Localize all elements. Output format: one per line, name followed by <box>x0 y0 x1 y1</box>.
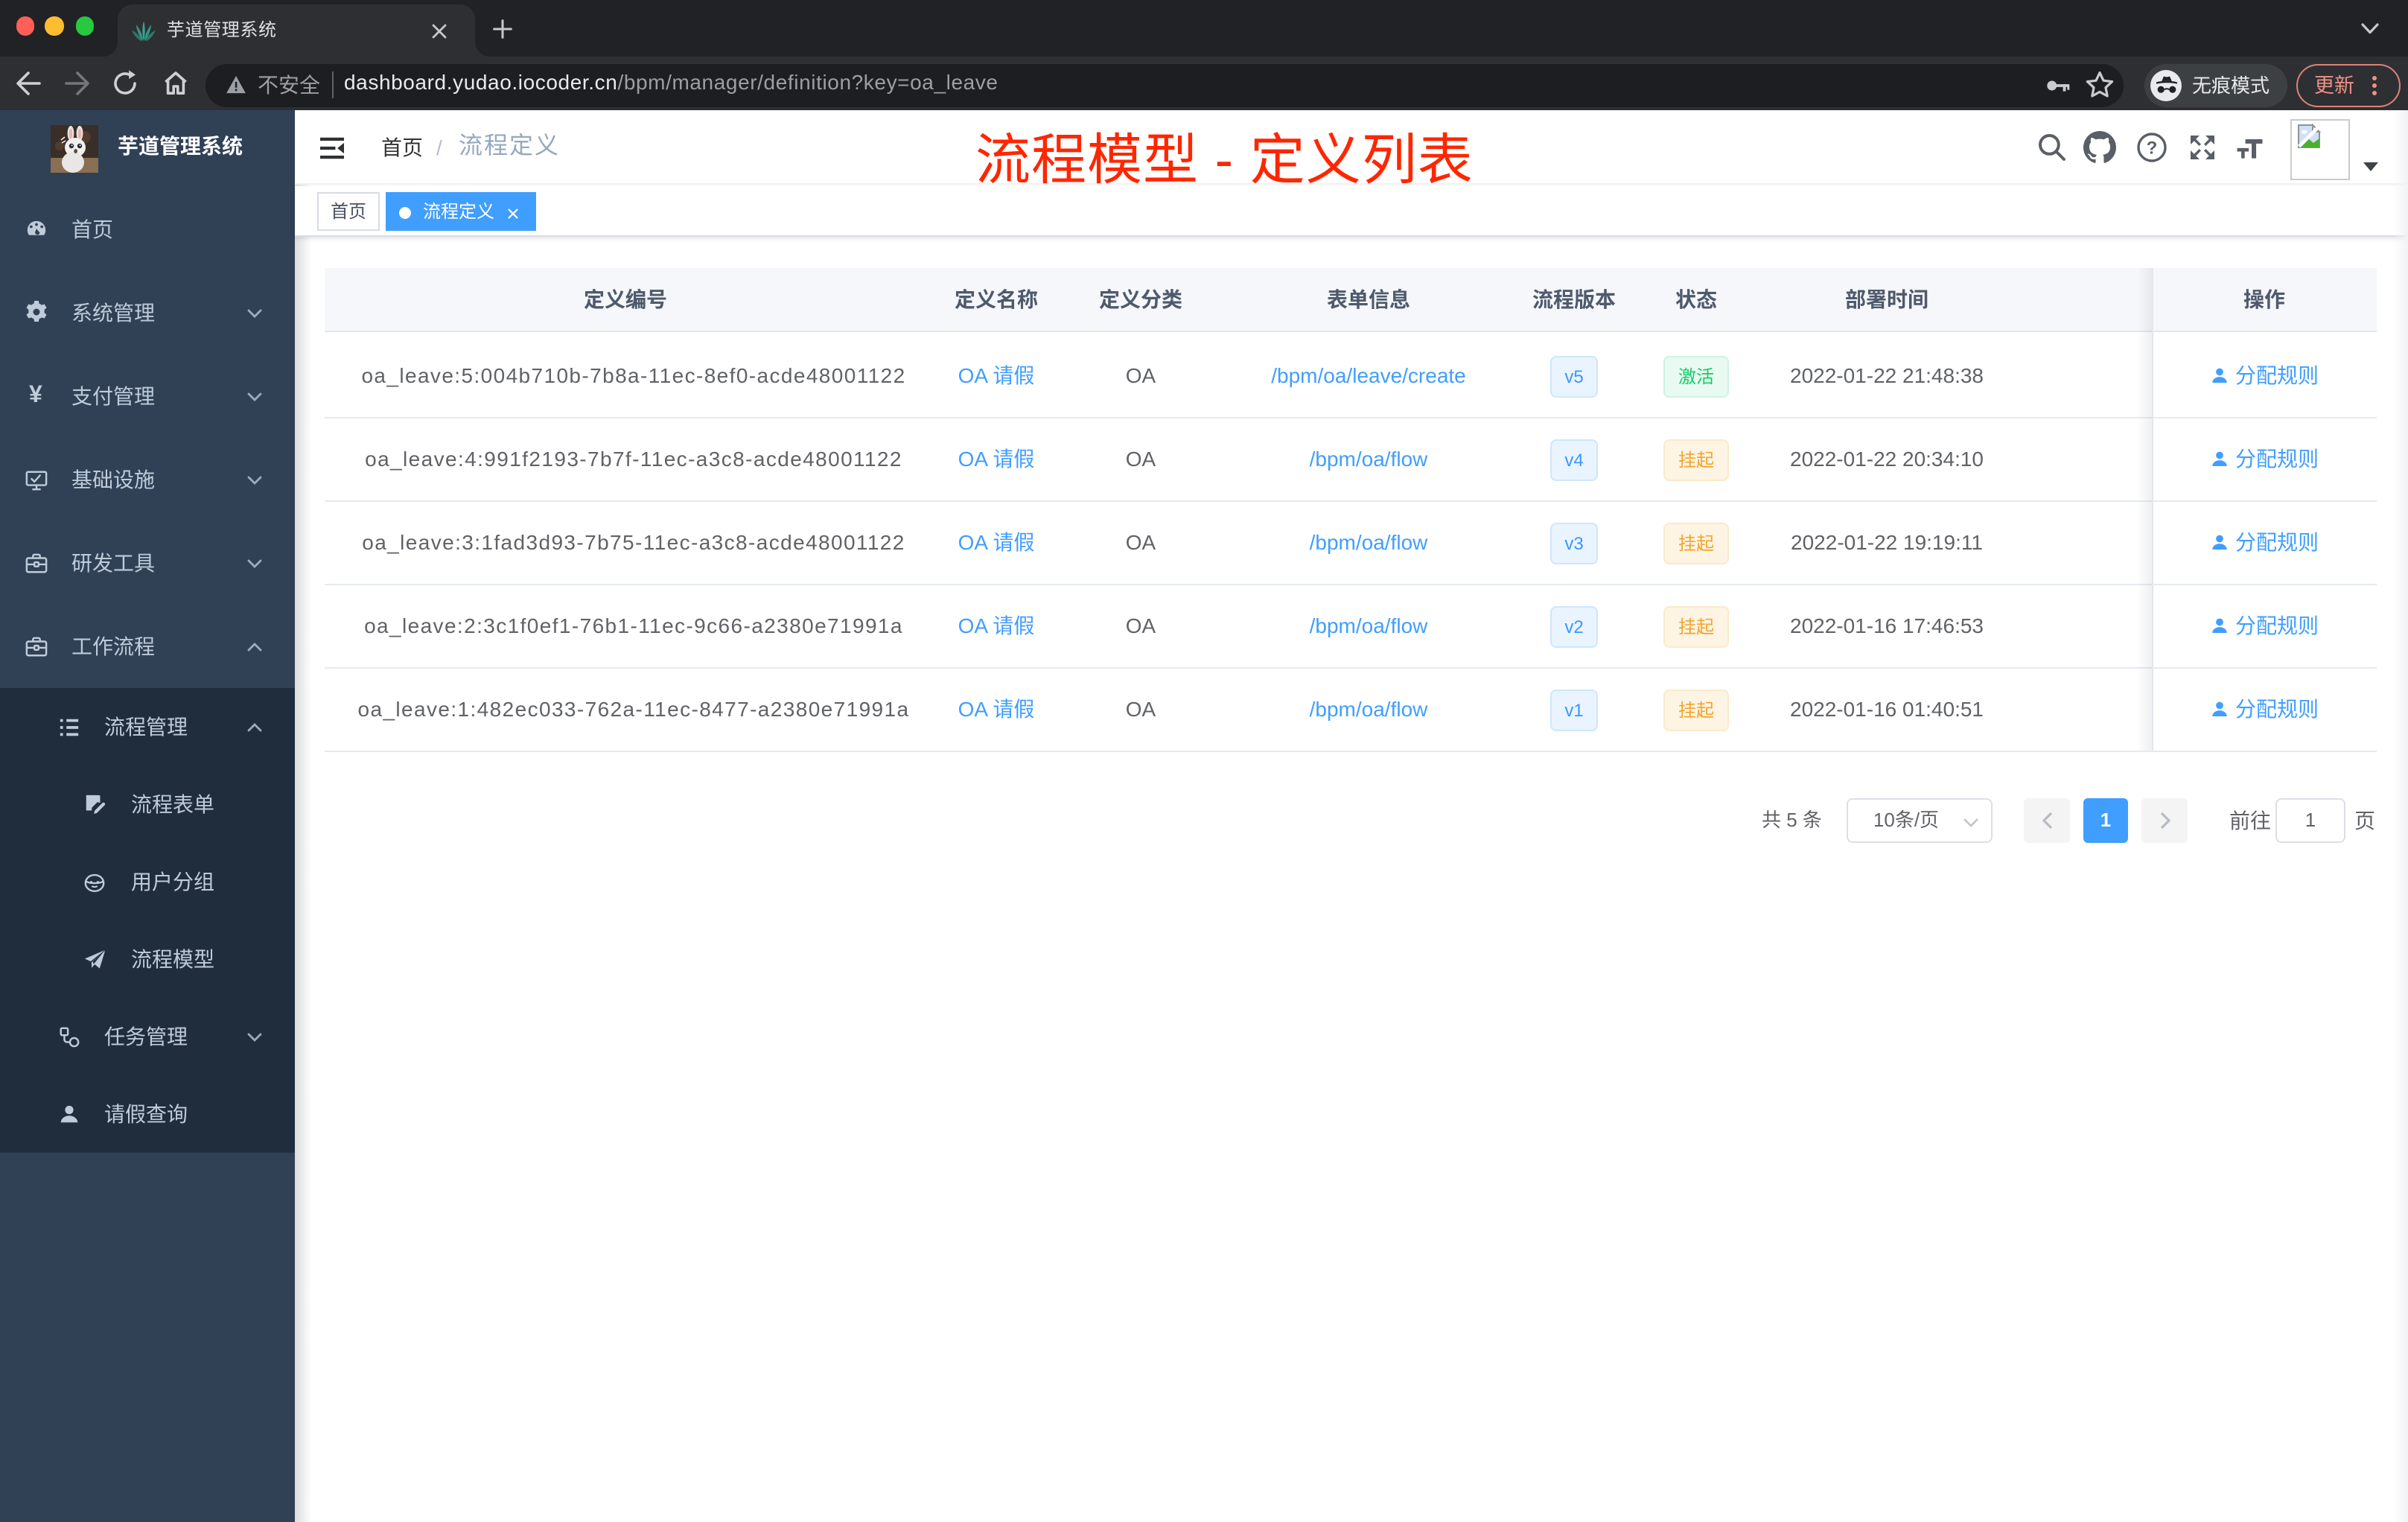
svg-text:?: ? <box>2147 138 2158 158</box>
